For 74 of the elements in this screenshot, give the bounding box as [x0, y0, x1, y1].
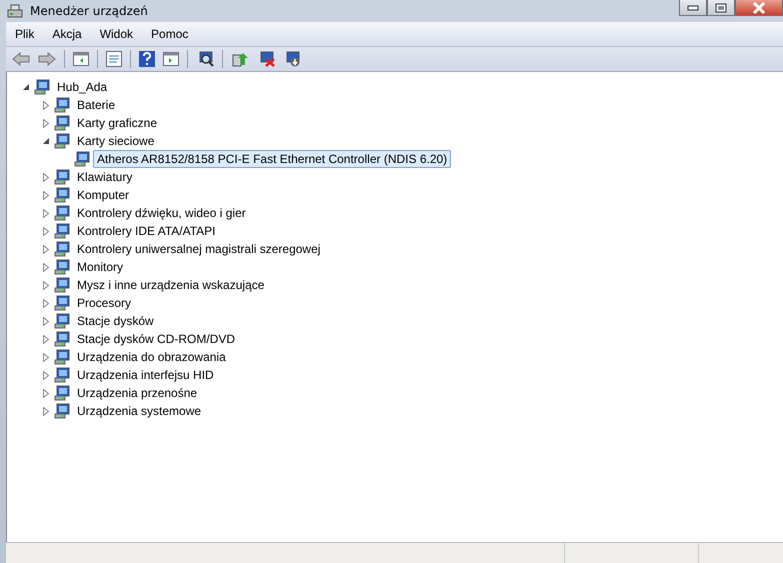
device-icon [54, 223, 70, 239]
collapsed-arrow-icon[interactable] [41, 388, 51, 398]
menu-item[interactable]: Pomoc [142, 27, 198, 41]
collapsed-arrow-icon[interactable] [41, 280, 51, 290]
device-icon [54, 133, 70, 149]
tree-item[interactable]: Atheros AR8152/8158 PCI-E Fast Ethernet Controller (NDIS 6.20) [93, 150, 452, 168]
forward-icon[interactable] [36, 51, 58, 67]
tree-item[interactable]: Kontrolery dźwięku, wideo i gier [73, 204, 250, 222]
tree-item[interactable]: Urządzenia do obrazowania [73, 348, 230, 366]
device-icon [54, 295, 70, 311]
device-icon [54, 97, 70, 113]
device-icon [54, 313, 70, 329]
tree-item[interactable]: Urządzenia przenośne [73, 384, 202, 402]
maximize-icon [715, 2, 727, 12]
tree-item[interactable]: Monitory [73, 258, 128, 276]
tree-item[interactable]: Stacje dysków CD-ROM/DVD [73, 330, 240, 348]
window-title: Menedżer urządzeń [30, 4, 148, 18]
collapsed-arrow-icon[interactable] [41, 244, 51, 254]
properties-icon[interactable] [104, 50, 124, 68]
tree-item[interactable]: Urządzenia systemowe [73, 402, 206, 420]
menu-item[interactable]: Plik [6, 27, 44, 41]
tree-item[interactable]: Komputer [73, 186, 134, 204]
device-icon [54, 331, 70, 347]
help-icon[interactable] [137, 50, 157, 68]
action-pane-icon[interactable] [161, 51, 181, 67]
tree-item[interactable]: Urządzenia interfejsu HID [73, 366, 218, 384]
collapsed-arrow-icon[interactable] [41, 100, 51, 110]
collapsed-arrow-icon[interactable] [41, 172, 51, 182]
device-icon [74, 151, 90, 167]
device-icon [54, 169, 70, 185]
tree-item[interactable]: Klawiatury [73, 168, 136, 186]
minimize-icon [687, 4, 699, 10]
device-icon [54, 403, 70, 419]
minimize-button[interactable] [679, 0, 707, 16]
tree-item[interactable]: Hub_Ada [53, 78, 112, 96]
collapsed-arrow-icon[interactable] [41, 118, 51, 128]
device-icon [54, 385, 70, 401]
tree-item[interactable]: Kontrolery IDE ATA/ATAPI [73, 222, 220, 240]
tree-item[interactable]: Baterie [73, 96, 120, 114]
tree-item[interactable]: Karty graficzne [73, 114, 162, 132]
collapsed-arrow-icon[interactable] [41, 370, 51, 380]
collapsed-arrow-icon[interactable] [41, 208, 51, 218]
device-icon [54, 115, 70, 131]
device-icon [54, 187, 70, 203]
device-icon [54, 205, 70, 221]
console-tree-icon[interactable] [71, 51, 91, 67]
tree-item[interactable]: Procesory [73, 294, 136, 312]
tree-item[interactable]: Stacje dysków [73, 312, 158, 330]
device-icon [54, 277, 70, 293]
maximize-button[interactable] [707, 0, 735, 16]
device-icon [54, 241, 70, 257]
collapsed-arrow-icon[interactable] [41, 298, 51, 308]
menu-item[interactable]: Widok [90, 27, 142, 41]
device-icon [34, 79, 50, 95]
close-button[interactable] [735, 0, 783, 16]
menu-item[interactable]: Akcja [43, 27, 91, 41]
device-icon [54, 349, 70, 365]
app-icon [6, 3, 24, 19]
tree-item[interactable]: Mysz i inne urządzenia wskazujące [73, 276, 268, 294]
collapsed-arrow-icon[interactable] [41, 406, 51, 416]
tree-item[interactable]: Karty sieciowe [73, 132, 158, 150]
device-icon [54, 259, 70, 275]
tree-item[interactable]: Kontrolery uniwersalnej magistrali szeregowej [73, 240, 324, 258]
device-icon [54, 367, 70, 383]
expanded-arrow-icon[interactable] [41, 137, 51, 145]
expanded-arrow-icon[interactable] [21, 83, 31, 91]
close-icon [752, 2, 766, 14]
collapsed-arrow-icon[interactable] [41, 190, 51, 200]
collapsed-arrow-icon[interactable] [41, 334, 51, 344]
collapsed-arrow-icon[interactable] [41, 226, 51, 236]
collapsed-arrow-icon[interactable] [41, 316, 51, 326]
collapsed-arrow-icon[interactable] [41, 352, 51, 362]
back-icon[interactable] [10, 51, 32, 67]
collapsed-arrow-icon[interactable] [41, 262, 51, 272]
